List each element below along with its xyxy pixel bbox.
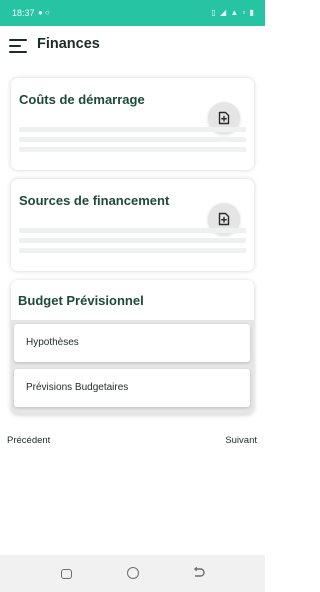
system-status-icons: ▯ ◢ ▲ ▫ ▮: [211, 8, 255, 17]
back-icon[interactable]: [192, 567, 205, 580]
add-document-icon: [218, 111, 230, 125]
recents-icon[interactable]: [61, 569, 72, 579]
budget-item-forecasts[interactable]: Prévisions Budgetaires: [14, 369, 250, 407]
system-nav-bar: [0, 555, 265, 592]
vibrate-icon: ▯: [211, 8, 217, 17]
previous-link[interactable]: Précédent: [7, 435, 50, 446]
add-document-icon: [218, 212, 230, 226]
funding-sources-content-placeholder: [19, 228, 246, 258]
funding-sources-title: Sources de financement: [19, 193, 170, 208]
messenger-icon: ○: [44, 8, 52, 17]
next-link[interactable]: Suivant: [225, 435, 257, 446]
startup-costs-title: Coûts de démarrage: [19, 92, 145, 107]
startup-costs-content-placeholder: [19, 127, 246, 157]
app-header: Finances: [0, 26, 265, 66]
page-title: Finances: [37, 36, 100, 52]
budget-card: Budget Prévisionnel Hypothèses Prévision…: [11, 280, 254, 414]
chat-icon: ●: [38, 8, 45, 17]
hamburger-menu-icon[interactable]: [9, 38, 29, 54]
budget-header[interactable]: Budget Prévisionnel: [11, 280, 254, 320]
battery-icon: ▮: [249, 8, 255, 17]
notification-icons: ●○: [38, 8, 52, 17]
wifi-icon: ◢: [219, 8, 228, 17]
home-icon[interactable]: [127, 567, 139, 579]
volte-icon: ▫: [242, 8, 247, 17]
budget-item-label: Prévisions Budgetaires: [26, 382, 129, 393]
status-time: 18:37: [12, 8, 35, 18]
budget-item-label: Hypothèses: [26, 337, 79, 348]
budget-title: Budget Prévisionnel: [18, 293, 144, 308]
funding-sources-card[interactable]: Sources de financement: [11, 179, 254, 271]
budget-item-hypotheses[interactable]: Hypothèses: [14, 324, 250, 362]
startup-costs-card[interactable]: Coûts de démarrage: [11, 78, 254, 170]
status-bar: 18:37 ●○ ▯ ◢ ▲ ▫ ▮: [0, 0, 265, 26]
signal-icon: ▲: [230, 8, 240, 17]
